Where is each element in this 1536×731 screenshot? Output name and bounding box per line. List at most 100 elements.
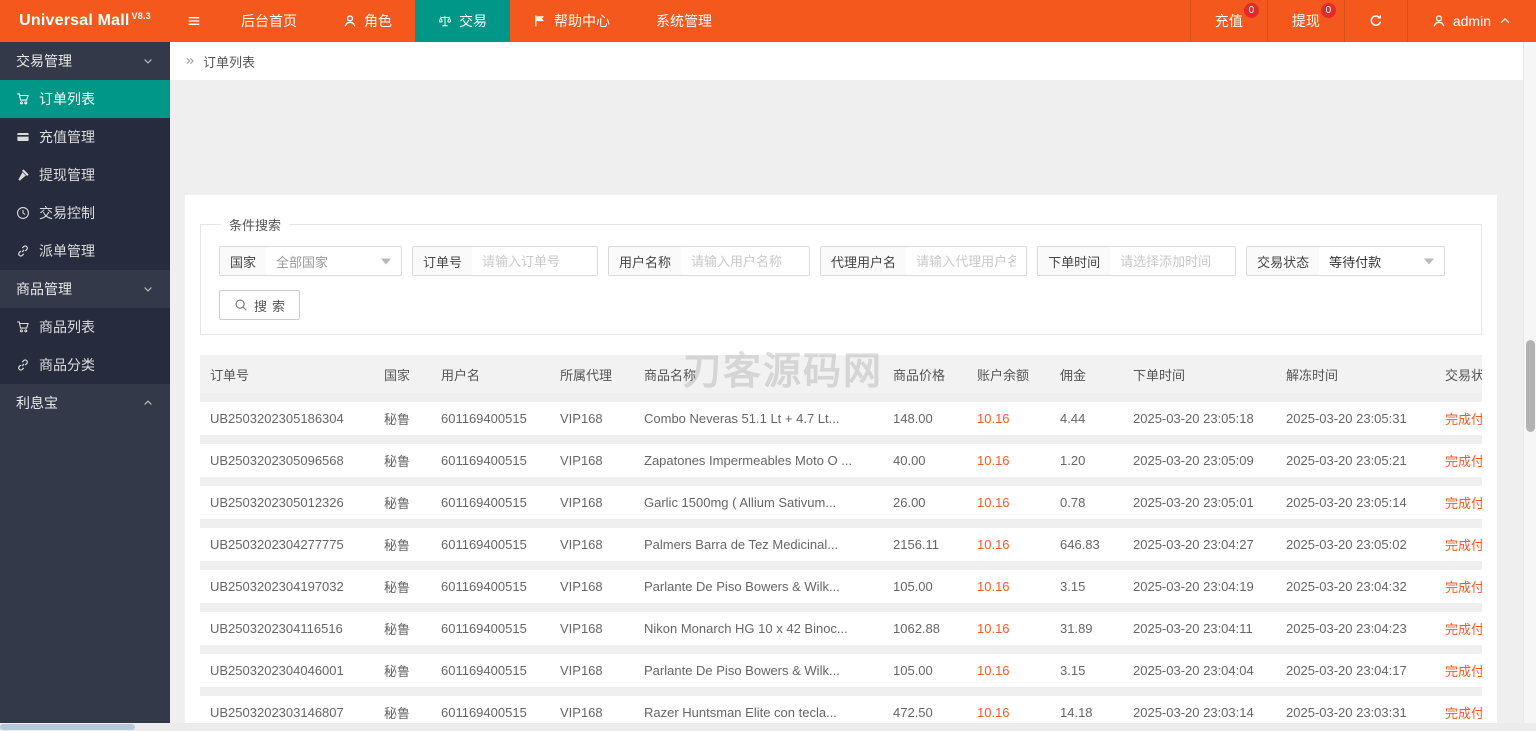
sidebar-item[interactable]: 提现管理 xyxy=(0,156,170,194)
cell-commission: 646.83 xyxy=(1060,537,1100,552)
cell-country: 秘鲁 xyxy=(384,622,411,637)
cell-price: 105.00 xyxy=(893,579,933,594)
table-row[interactable]: UB2503202305012326 秘鲁 601169400515 VIP168 Ga… xyxy=(200,486,1482,519)
top-nav-item[interactable]: 后台首页 xyxy=(218,0,320,42)
filter-group: 代理用户名 xyxy=(820,246,1028,276)
sidebar-item-label: 订单列表 xyxy=(39,91,95,107)
cell-order-time: 2025-03-20 23:05:09 xyxy=(1133,453,1254,468)
filter-input[interactable] xyxy=(472,247,598,275)
top-nav-item-label: 帮助中心 xyxy=(554,13,610,29)
brand-logo[interactable]: Universal Mall V8.3 xyxy=(0,0,170,42)
cell-price: 148.00 xyxy=(893,411,933,426)
column-header: 下单时间 xyxy=(1133,367,1186,383)
cell-balance: 10.16 xyxy=(977,621,1010,636)
table-row[interactable]: UB2503202305096568 秘鲁 601169400515 VIP168 Za… xyxy=(200,444,1482,477)
cell-order-time: 2025-03-20 23:04:11 xyxy=(1133,621,1253,636)
cell-username: 601169400515 xyxy=(441,411,527,426)
sidebar-item[interactable]: 充值管理 xyxy=(0,118,170,156)
cell-order-no: UB2503202304046001 xyxy=(210,663,344,678)
cell-agent: VIP168 xyxy=(560,453,603,468)
table-row[interactable]: UB2503202304046001 秘鲁 601169400515 VIP168 Pa… xyxy=(200,654,1482,687)
cell-order-no: UB2503202305096568 xyxy=(210,453,344,468)
cell-agent: VIP168 xyxy=(560,621,603,636)
filter-select[interactable]: 等待付款 xyxy=(1319,247,1444,275)
refresh-button[interactable] xyxy=(1343,0,1407,42)
user-name: admin xyxy=(1452,13,1491,29)
sidebar-item[interactable]: 商品分类 xyxy=(0,346,170,384)
filter-select-value: 等待付款 xyxy=(1329,254,1382,270)
sidebar-group-header[interactable]: 商品管理 xyxy=(0,270,170,308)
cell-product: Parlante De Piso Bowers & Wilk... xyxy=(644,663,840,678)
top-nav-item-label: 角色 xyxy=(364,13,392,29)
filter-input[interactable] xyxy=(1110,247,1236,275)
sidebar-group-header[interactable]: 利息宝 xyxy=(0,384,170,422)
scales-icon xyxy=(438,14,452,28)
row-separator xyxy=(200,645,1482,654)
table-row[interactable]: UB2503202304197032 秘鲁 601169400515 VIP168 Pa… xyxy=(200,570,1482,603)
cell-country: 秘鲁 xyxy=(384,580,411,595)
recharge-label: 充值 xyxy=(1214,13,1243,29)
filter-select[interactable]: 全部国家 xyxy=(266,247,401,275)
cell-order-no: UB2503202305186304 xyxy=(210,411,344,426)
cell-order-time: 2025-03-20 23:04:19 xyxy=(1133,579,1254,594)
cell-status: 完成付款 xyxy=(1445,496,1482,511)
top-nav-item[interactable]: 帮助中心 xyxy=(510,0,633,42)
sidebar-item-label: 商品列表 xyxy=(39,319,95,335)
user-menu[interactable]: admin xyxy=(1406,0,1536,42)
sidebar-item[interactable]: 订单列表 xyxy=(0,80,170,118)
cell-status: 完成付款 xyxy=(1445,622,1482,637)
cell-unfreeze-time: 2025-03-20 23:04:17 xyxy=(1286,663,1407,678)
chevron-up-icon xyxy=(1498,14,1512,28)
table-row[interactable]: UB2503202305186304 秘鲁 601169400515 VIP168 Co… xyxy=(200,402,1482,435)
cell-username: 601169400515 xyxy=(441,663,527,678)
cell-agent: VIP168 xyxy=(560,537,603,552)
cell-order-no: UB2503202304197032 xyxy=(210,579,344,594)
table-body: UB2503202305186304 秘鲁 601169400515 VIP168 Co… xyxy=(200,393,1482,731)
top-nav-item[interactable]: 角色 xyxy=(320,0,415,42)
cell-order-no: UB2503202304116516 xyxy=(210,621,343,636)
cell-country: 秘鲁 xyxy=(384,454,411,469)
person-icon xyxy=(343,14,357,28)
withdraw-button[interactable]: 提现 0 xyxy=(1266,0,1344,42)
link-icon xyxy=(16,244,30,258)
cell-commission: 3.15 xyxy=(1060,663,1086,678)
sidebar-item[interactable]: 商品列表 xyxy=(0,308,170,346)
table-row[interactable]: UB2503202304116516 秘鲁 601169400515 VIP168 Ni… xyxy=(200,612,1482,645)
breadcrumb-item[interactable]: 订单列表 xyxy=(203,52,255,71)
search-button[interactable]: 搜索 xyxy=(219,290,301,320)
recharge-button[interactable]: 充值 0 xyxy=(1189,0,1267,42)
filter-fields: 国家全部国家订单号用户名称代理用户名下单时间交易状态等待付款 xyxy=(219,246,1463,276)
top-nav-item[interactable]: 交易 xyxy=(415,0,510,42)
sidebar-group-header[interactable]: 交易管理 xyxy=(0,42,170,80)
filter-input[interactable] xyxy=(681,247,810,275)
collapse-menu-button[interactable] xyxy=(170,0,218,42)
cell-balance: 10.16 xyxy=(977,453,1010,468)
sidebar-item[interactable]: 交易控制 xyxy=(0,194,170,232)
cell-agent: VIP168 xyxy=(560,579,603,594)
column-header: 用户名 xyxy=(441,367,481,383)
withdraw-label: 提现 xyxy=(1291,13,1320,29)
cell-status: 完成付款 xyxy=(1445,454,1482,469)
top-nav-item[interactable]: 系统管理 xyxy=(633,0,735,42)
column-header: 所属代理 xyxy=(560,367,613,383)
vertical-scrollbar-thumb[interactable] xyxy=(1526,340,1535,432)
cell-agent: VIP168 xyxy=(560,663,603,678)
sidebar-item-label: 充值管理 xyxy=(39,129,95,145)
row-separator xyxy=(200,561,1482,570)
filter-label: 交易状态 xyxy=(1247,247,1320,275)
column-header: 商品名称 xyxy=(644,367,697,383)
horizontal-scrollbar-thumb[interactable] xyxy=(0,724,135,730)
cell-status: 完成付款 xyxy=(1445,538,1482,553)
filter-select-value: 全部国家 xyxy=(276,254,329,270)
chevron-down-icon xyxy=(142,55,154,67)
sidebar-item[interactable]: 派单管理 xyxy=(0,232,170,270)
sidebar-group-items: 订单列表充值管理提现管理 交易控制 派单管理 xyxy=(0,80,170,270)
cell-unfreeze-time: 2025-03-20 23:05:21 xyxy=(1286,453,1407,468)
cell-price: 26.00 xyxy=(893,495,926,510)
filter-input[interactable] xyxy=(906,247,1027,275)
hamburger-icon xyxy=(187,14,201,28)
column-header: 佣金 xyxy=(1060,367,1087,383)
table-row[interactable]: UB2503202304277775 秘鲁 601169400515 VIP168 Pa… xyxy=(200,528,1482,561)
top-actions: 充值 0 提现 0 xyxy=(1189,0,1344,42)
cell-username: 601169400515 xyxy=(441,579,527,594)
